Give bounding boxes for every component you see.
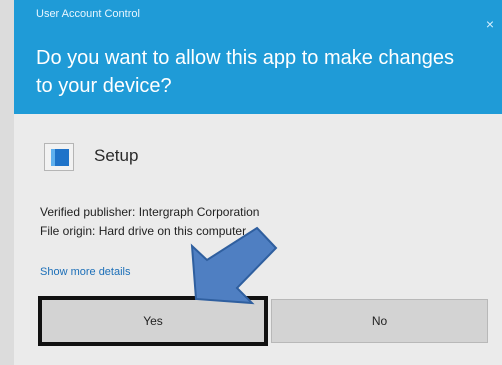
- show-more-details-link[interactable]: Show more details: [40, 266, 131, 278]
- no-button[interactable]: No: [271, 299, 488, 343]
- prompt-question: Do you want to allow this app to make ch…: [36, 47, 455, 97]
- setup-app-icon: [44, 143, 74, 171]
- dialog-title: User Account Control: [36, 8, 140, 20]
- origin-line: File origin: Hard drive on this computer: [40, 224, 247, 238]
- close-icon[interactable]: ×: [486, 17, 494, 31]
- uac-dialog: User Account Control × Do you want to al…: [14, 0, 502, 365]
- app-name: Setup: [94, 146, 139, 165]
- yes-button[interactable]: Yes: [38, 299, 268, 343]
- publisher-line: Verified publisher: Intergraph Corporati…: [40, 205, 260, 219]
- dialog-header: User Account Control × Do you want to al…: [14, 0, 502, 114]
